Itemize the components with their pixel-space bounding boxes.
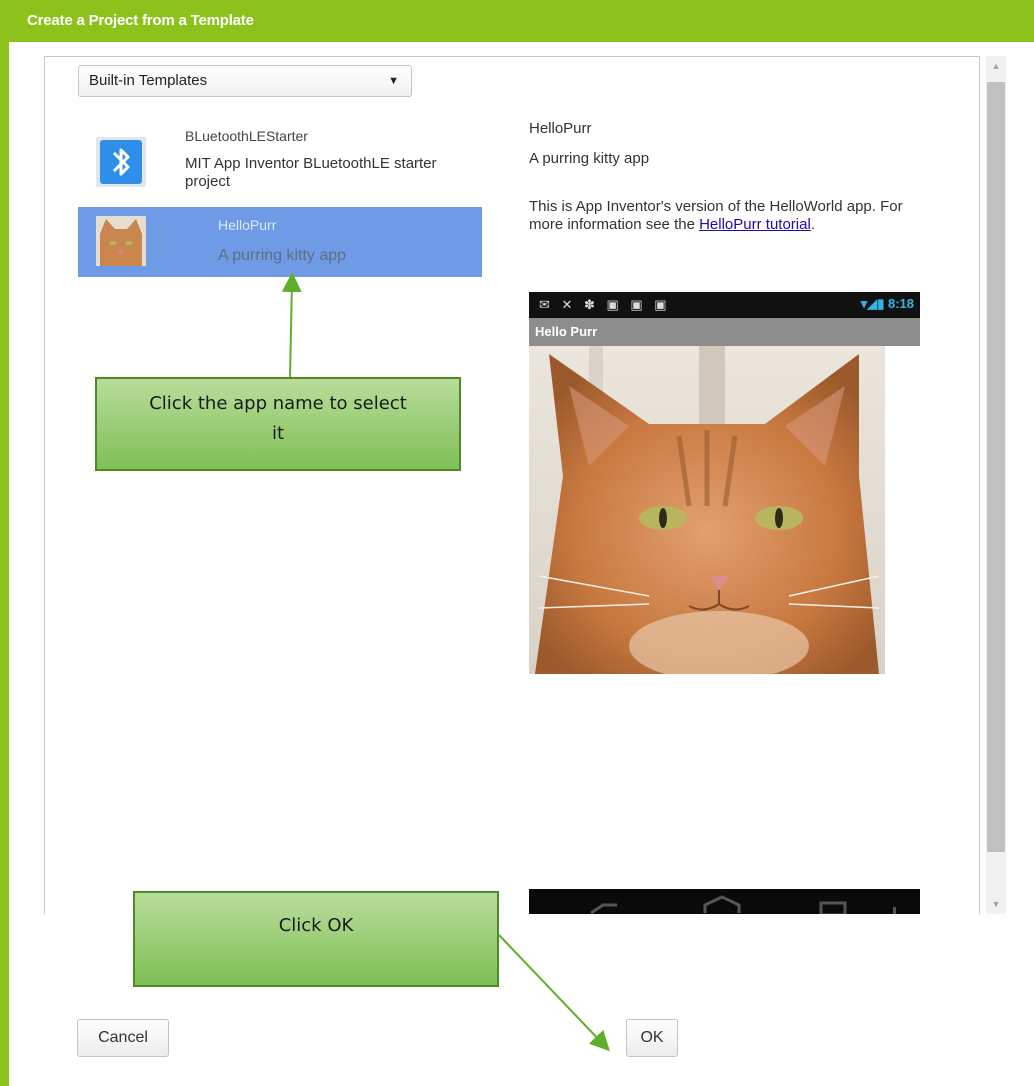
ok-button[interactable]: OK: [626, 1019, 678, 1057]
preview-description-trailing: .: [810, 216, 815, 233]
phone-app-title: Hello Purr: [529, 318, 920, 346]
callout-click-ok: Click OK: [133, 891, 499, 987]
template-name: HelloPurr: [218, 217, 277, 233]
template-name: BLuetoothLEStarter: [185, 128, 308, 144]
template-item-hellopurr[interactable]: HelloPurr A purring kitty app: [78, 207, 482, 277]
template-source-value: Built-in Templates: [89, 72, 208, 89]
hellopurr-tutorial-link[interactable]: HelloPurr tutorial: [699, 216, 811, 233]
scroll-up-icon[interactable]: ▲: [986, 56, 1006, 76]
preview-title: HelloPurr: [529, 120, 592, 137]
dialog-title: Create a Project from a Template: [0, 0, 1034, 42]
chevron-down-icon: ▼: [388, 75, 399, 87]
phone-clock: ▾◢▮ 8:18: [860, 296, 914, 311]
cancel-button[interactable]: Cancel: [77, 1019, 169, 1057]
cat-photo-image: [529, 346, 885, 674]
preview-description: This is App Inventor's version of the He…: [529, 198, 929, 234]
callout-select-app: Click the app name to select it: [95, 377, 461, 471]
scroll-down-icon[interactable]: ▼: [986, 894, 1006, 914]
template-description: MIT App Inventor BLuetoothLE starter pro…: [185, 155, 437, 190]
phone-navigation-bar: [529, 889, 920, 914]
phone-status-icons: ✉ ✕ ✽ ▣ ▣ ▣: [539, 297, 671, 312]
content-panel: Built-in Templates ▼ BLuetoothLEStarter …: [44, 56, 980, 914]
vertical-scrollbar[interactable]: ▲ ▼: [986, 56, 1006, 914]
bluetooth-icon: [96, 137, 146, 187]
template-description: A purring kitty app: [218, 247, 347, 264]
scrollbar-thumb[interactable]: [987, 82, 1005, 852]
template-source-select[interactable]: Built-in Templates ▼: [78, 65, 412, 97]
cat-thumbnail-icon: [96, 216, 146, 266]
preview-subtitle: A purring kitty app: [529, 150, 650, 167]
callout-ok-text: Click OK: [278, 915, 354, 936]
callout-select-text: Click the app name to select it: [149, 393, 407, 444]
phone-status-bar: ✉ ✕ ✽ ▣ ▣ ▣ ▾◢▮ 8:18: [529, 292, 920, 318]
template-item-bluetoothlestarter[interactable]: BLuetoothLEStarter MIT App Inventor BLue…: [78, 127, 482, 197]
